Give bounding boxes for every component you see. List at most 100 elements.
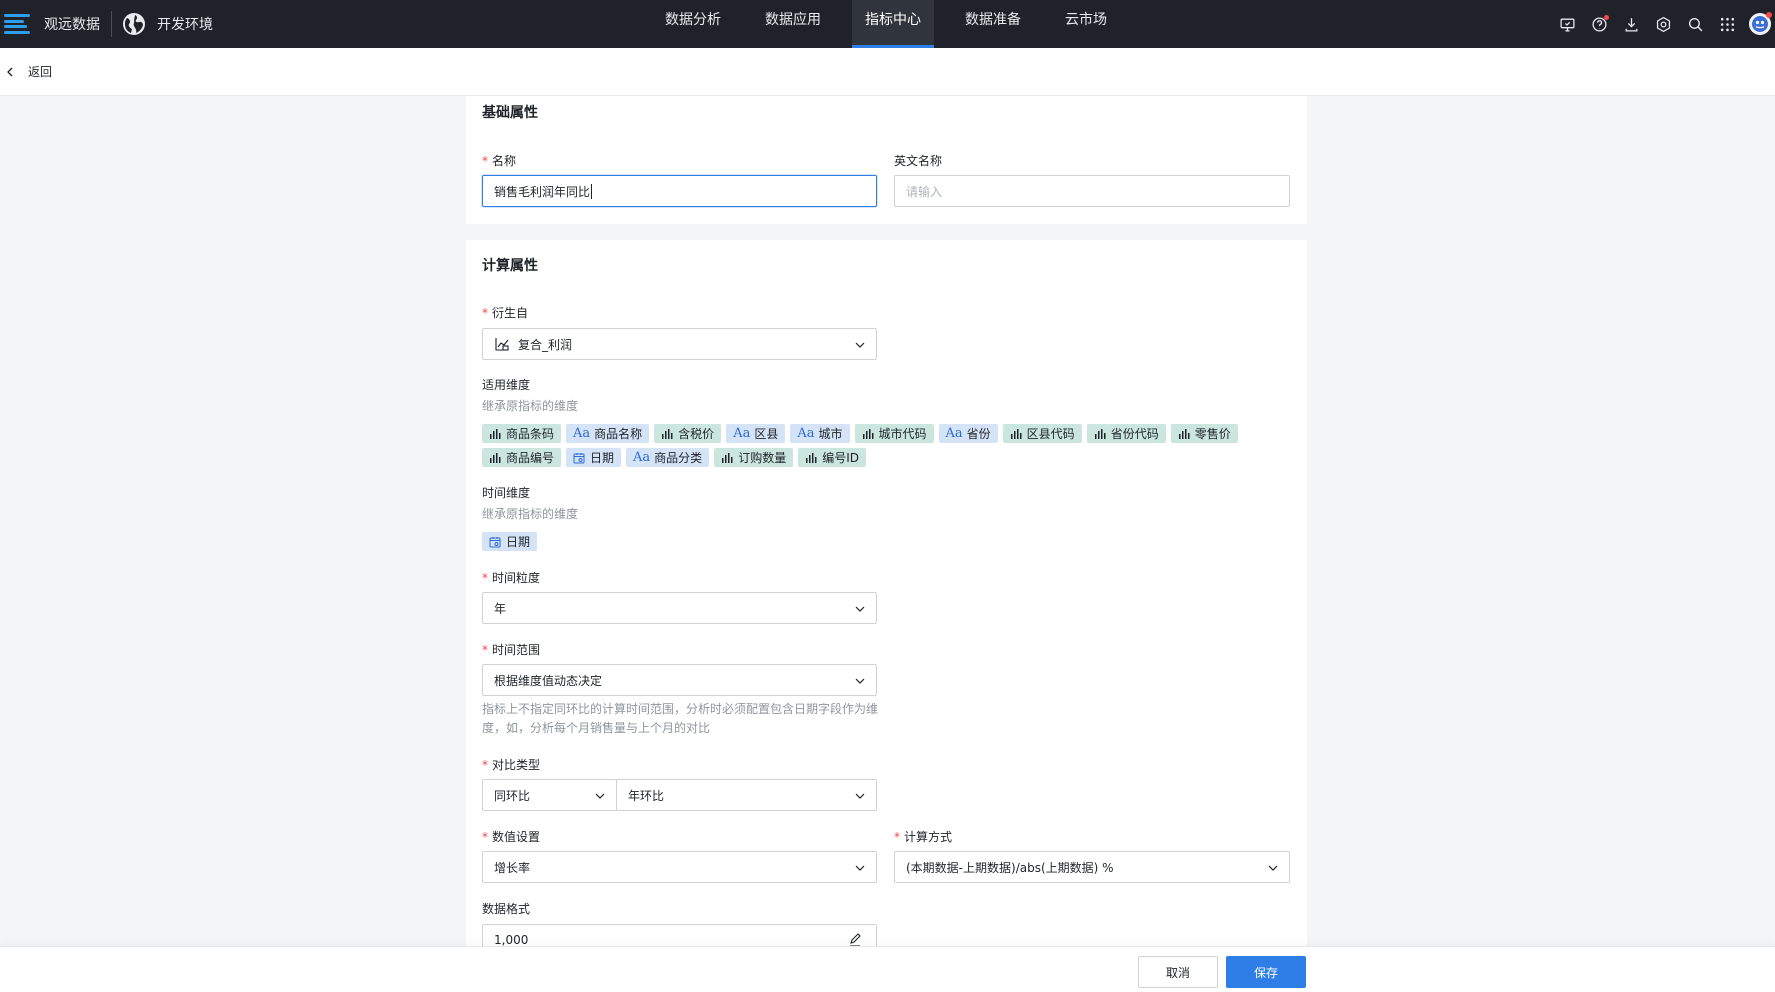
chevron-down-icon — [855, 865, 865, 871]
date-field-icon — [573, 452, 585, 463]
data-format-value: 1,000 — [494, 933, 529, 947]
dimension-tag-label: 订购数量 — [738, 451, 787, 465]
back-bar: 返回 — [0, 48, 1775, 96]
search-button[interactable] — [1679, 8, 1711, 40]
monitor-button[interactable] — [1551, 8, 1583, 40]
calc-method-label: * 计算方式 — [894, 828, 952, 845]
dimension-tag-label: 商品分类 — [654, 451, 703, 465]
dimension-tag: 日期 — [566, 448, 622, 467]
dimension-tag: 零售价 — [1170, 424, 1238, 443]
brand-name: 观远数据 — [44, 17, 100, 33]
dimension-tag-label: 日期 — [590, 451, 615, 465]
time-dimension-hint: 继承原指标的维度 — [482, 507, 579, 521]
required-mark: * — [482, 830, 488, 844]
bar-chart-icon — [806, 452, 817, 463]
dimension-tag-label: 区县代码 — [1026, 427, 1075, 441]
value-setting-label: * 数值设置 — [482, 828, 540, 845]
pencil-icon[interactable] — [848, 933, 862, 947]
nav-data-analysis[interactable]: 数据分析 — [652, 0, 734, 48]
brand[interactable]: 观远数据 — [0, 0, 100, 48]
derived-from-label-text: 衍生自 — [492, 306, 529, 320]
time-range-value: 根据维度值动态决定 — [494, 673, 603, 688]
dimension-tag-label: 编号ID — [822, 451, 859, 465]
dimension-tags-row-1: 商品条码 Aa 商品名称 含税价 Aa 区县 Aa 城市 城市代码 Aa 省份 区县代码 省份代码 零售价 — [482, 424, 1243, 443]
granularity-value: 年 — [494, 601, 507, 616]
apps-icon — [1720, 17, 1734, 31]
calc-method-value: (本期数据-上期数据)/abs(上期数据) % — [906, 860, 1114, 875]
dimensions-hint: 继承原指标的维度 — [482, 399, 579, 413]
granularity-select[interactable]: 年 — [482, 592, 877, 624]
brand-logo-icon — [4, 11, 30, 37]
dimension-tag-label: 区县 — [754, 427, 779, 441]
compare-type-select[interactable]: 同环比 — [482, 779, 617, 811]
bar-chart-icon — [490, 428, 501, 439]
help-button[interactable] — [1583, 8, 1615, 40]
compare-period-select[interactable]: 年环比 — [616, 779, 877, 811]
cancel-button[interactable]: 取消 — [1138, 956, 1218, 988]
nav-data-prep[interactable]: 数据准备 — [952, 0, 1034, 48]
bar-chart-icon — [722, 452, 733, 463]
required-mark: * — [482, 643, 488, 657]
required-mark: * — [482, 306, 488, 320]
bar-chart-icon — [1010, 428, 1022, 439]
data-format-label: 数据格式 — [482, 902, 531, 916]
nav-cloud-market[interactable]: 云市场 — [1052, 0, 1120, 48]
environment-switcher[interactable]: 开发环境 — [122, 12, 213, 36]
time-range-hint-line-2: 度，如，分析每个月销售量与上个月的对比 — [482, 721, 711, 735]
notification-dot — [1604, 15, 1609, 20]
back-link[interactable]: 返回 — [28, 63, 52, 80]
bar-chart-icon — [1094, 428, 1106, 439]
basic-properties-panel: 基础属性 * 名称 销售毛利润年同比 英文名称 请输入 — [466, 96, 1307, 224]
nav-metric-center[interactable]: 指标中心 — [852, 0, 934, 48]
text-field-icon: Aa — [733, 426, 751, 441]
download-button[interactable] — [1615, 8, 1647, 40]
settings-icon — [1656, 16, 1670, 32]
dimension-tag: 含税价 — [654, 424, 722, 443]
name-label-text: 名称 — [492, 154, 517, 168]
derived-from-label: * 衍生自 — [482, 304, 528, 321]
time-range-select[interactable]: 根据维度值动态决定 — [482, 664, 877, 696]
globe-icon — [123, 13, 145, 35]
dimension-tag: Aa 区县 — [726, 424, 786, 443]
footer-bar: 取消 保存 — [0, 946, 1775, 992]
derived-from-select[interactable]: 复合_利润 — [482, 328, 877, 360]
calc-properties-panel: 计算属性 * 衍生自 复合_利润 适用维度 继承原指标的维度 商品条码 Aa 商品名称… — [466, 240, 1307, 956]
dimension-tag: Aa 商品名称 — [566, 424, 650, 443]
compare-type-value: 同环比 — [494, 788, 531, 803]
nav-data-apps[interactable]: 数据应用 — [752, 0, 834, 48]
time-dimension-label: 时间维度 — [482, 486, 531, 500]
save-button[interactable]: 保存 — [1226, 956, 1306, 988]
brand-divider — [111, 11, 112, 37]
dimension-tag: 城市代码 — [854, 424, 934, 443]
dimension-tag: 编号ID — [798, 448, 866, 467]
value-setting-label-text: 数值设置 — [492, 830, 541, 844]
derived-from-value: 复合_利润 — [518, 337, 573, 352]
name-input[interactable]: 销售毛利润年同比 — [482, 175, 877, 207]
calc-method-select[interactable]: (本期数据-上期数据)/abs(上期数据) % — [894, 851, 1290, 883]
required-mark: * — [482, 758, 488, 772]
avatar-icon — [1752, 16, 1768, 32]
dimension-tag: Aa 省份 — [938, 424, 998, 443]
dimension-tag: Aa 城市 — [790, 424, 850, 443]
chevron-left-icon[interactable] — [4, 66, 16, 78]
dimension-tag: Aa 商品分类 — [626, 448, 710, 467]
required-mark: * — [482, 154, 488, 168]
time-range-hint: 指标上不指定同环比的计算时间范围，分析时必须配置包含日期字段作为维 度，如，分析… — [482, 700, 882, 738]
dimension-tag: 区县代码 — [1002, 424, 1082, 443]
section-title-basic: 基础属性 — [482, 105, 538, 121]
dimension-tag-label: 城市 — [818, 427, 843, 441]
dimensions-label: 适用维度 — [482, 378, 531, 392]
environment-label: 开发环境 — [157, 17, 213, 33]
section-title-calc: 计算属性 — [482, 258, 538, 274]
user-avatar[interactable] — [1749, 12, 1772, 35]
text-caret — [591, 183, 593, 199]
compare-type-label-text: 对比类型 — [492, 758, 541, 772]
english-name-input[interactable]: 请输入 — [894, 175, 1290, 207]
dimension-tag-label: 省份代码 — [1110, 427, 1159, 441]
main-nav: 数据分析 数据应用 指标中心 数据准备 云市场 — [652, 0, 1138, 48]
value-setting-select[interactable]: 增长率 — [482, 851, 877, 883]
apps-button[interactable] — [1711, 8, 1743, 40]
settings-button[interactable] — [1647, 8, 1679, 40]
name-label: * 名称 — [482, 152, 516, 169]
chevron-down-icon — [595, 793, 605, 799]
